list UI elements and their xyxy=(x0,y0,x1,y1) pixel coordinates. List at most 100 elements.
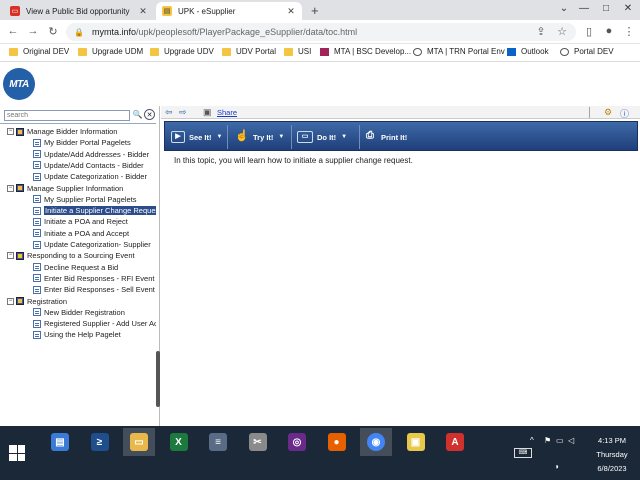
tab-upk-esupplier[interactable]: ▤ UPK - eSupplier ✕ xyxy=(156,2,302,20)
lock-icon[interactable]: 🔒 xyxy=(74,28,84,37)
toc-section[interactable]: − Manage Bidder Information xyxy=(7,126,117,137)
taskbar-app-button[interactable]: A xyxy=(439,428,471,456)
toc-section[interactable]: − Registration xyxy=(7,296,67,307)
forward-arrow-icon[interactable]: ⇨ xyxy=(179,107,187,118)
bookmark-udv-portal[interactable]: UDV Portal xyxy=(222,47,276,56)
bookmark-label: UDV Portal xyxy=(236,47,277,56)
side-panel-icon[interactable]: ▯ xyxy=(582,25,596,38)
menu-kebab-icon[interactable]: ⋮ xyxy=(622,25,636,38)
bookmark-upgrade-udv[interactable]: Upgrade UDV xyxy=(150,47,214,56)
bookmark-usi[interactable]: USI xyxy=(284,47,311,56)
topic-icon xyxy=(33,319,41,328)
book-icon xyxy=(16,127,24,136)
keyboard-icon[interactable]: ⌨ xyxy=(514,448,532,458)
collapse-icon[interactable]: − xyxy=(7,297,14,305)
close-tab-icon[interactable]: ✕ xyxy=(286,6,296,17)
dropdown-arrow-icon[interactable]: ▼ xyxy=(278,134,284,140)
file-server-icon: ▤ xyxy=(51,433,69,451)
toc-topic[interactable]: Update Categorization - Bidder xyxy=(33,171,147,182)
topic-icon xyxy=(33,138,41,147)
content-toolbar: ⇦ ⇨ ▣ Share │ ⚙ ⓘ xyxy=(161,106,640,119)
help-icon[interactable]: ⓘ xyxy=(620,107,629,120)
bookmark-mta-trn[interactable]: MTA | TRN Portal Env xyxy=(413,47,505,56)
taskbar-app-button[interactable]: ▭ xyxy=(123,428,155,456)
toc-topic[interactable]: Update/Add Contacts - Bidder xyxy=(33,160,144,171)
print-it-button[interactable]: ⎙ Print It! xyxy=(363,127,407,147)
toc-topic[interactable]: Initiate a POA and Accept xyxy=(33,228,129,239)
bookmark-mta-bsc[interactable]: MTA | BSC Develop... xyxy=(320,47,411,56)
reload-icon[interactable]: ↻ xyxy=(46,25,60,38)
tab-bid-opportunity[interactable]: ▭ View a Public Bid opportunity ✕ xyxy=(4,2,154,20)
tab-search-icon[interactable]: ⌄ xyxy=(554,0,574,20)
forward-arrow-icon[interactable]: → xyxy=(26,25,40,37)
try-it-button[interactable]: ☝ Try It! ▼ xyxy=(235,127,284,147)
toc-topic[interactable]: Using the Help Pagelet xyxy=(33,329,121,340)
bookmark-outlook[interactable]: Outlook xyxy=(507,47,549,56)
toc-section[interactable]: − Manage Supplier Information xyxy=(7,183,123,194)
taskbar-app-button[interactable]: ● xyxy=(321,428,353,456)
taskbar-app-button[interactable]: ◉ xyxy=(360,428,392,456)
bookmark-original-dev[interactable]: Original DEV xyxy=(9,47,69,56)
toc-tree: − Manage Bidder Information My Bidder Port… xyxy=(0,123,156,423)
taskbar-app-button[interactable]: ≡ xyxy=(202,428,234,456)
start-button[interactable] xyxy=(0,426,34,480)
pane-splitter-handle[interactable] xyxy=(156,351,160,407)
collapse-icon[interactable]: − xyxy=(7,184,14,192)
toc-topic[interactable]: My Bidder Portal Pagelets xyxy=(33,137,131,148)
toc-topic[interactable]: Update Categorization- Supplier xyxy=(33,239,151,250)
share-icon[interactable]: ▣ xyxy=(203,107,212,118)
close-window-button[interactable]: ✕ xyxy=(618,0,638,20)
toc-topic[interactable]: Decline Request a Bid xyxy=(33,262,118,273)
toc-topic[interactable]: My Supplier Portal Pagelets xyxy=(33,194,137,205)
see-it-button[interactable]: ▶ See It! ▼ xyxy=(171,127,222,147)
minimize-button[interactable]: — xyxy=(574,0,594,20)
profile-avatar-icon[interactable]: ● xyxy=(602,25,616,37)
flag-icon[interactable]: ⚑ xyxy=(544,436,551,445)
taskbar-app-button[interactable]: ▣ xyxy=(400,428,432,456)
toc-topic[interactable]: Initiate a POA and Reject xyxy=(33,216,128,227)
new-tab-button[interactable]: + xyxy=(311,3,319,18)
book-icon xyxy=(16,297,24,305)
network-icon[interactable]: ▭ xyxy=(556,436,564,445)
toc-topic[interactable]: Enter Bid Responses - Sell Event xyxy=(33,284,155,295)
taskbar-app-button[interactable]: ✂ xyxy=(242,428,274,456)
collapse-icon[interactable]: − xyxy=(7,128,14,135)
taskbar-app-button[interactable]: ◎ xyxy=(281,428,313,456)
back-arrow-icon[interactable]: ⇦ xyxy=(165,107,173,118)
taskbar-app-button[interactable]: ≥ xyxy=(84,428,116,456)
volume-icon[interactable]: ◁ xyxy=(568,436,574,445)
search-input[interactable] xyxy=(4,110,130,121)
toc-topic[interactable]: Initiate a Supplier Change Request xyxy=(33,205,156,216)
close-tab-icon[interactable]: ✕ xyxy=(138,6,148,17)
mode-toolbar: ▶ See It! ▼ ☝ Try It! ▼ ▭ Do It! ▼ ⎙ Pri… xyxy=(164,121,638,151)
toc-topic[interactable]: New Bidder Registration xyxy=(33,307,125,318)
maximize-button[interactable]: □ xyxy=(596,0,616,20)
toc-topic[interactable]: Enter Bid Responses - RFI Event xyxy=(33,273,154,284)
bookmark-label: USI xyxy=(298,47,312,56)
address-bar[interactable]: 🔒 mymta.info /upk/peoplesoft/PlayerPacka… xyxy=(66,23,576,41)
dropdown-arrow-icon[interactable]: ▼ xyxy=(217,134,223,140)
search-icon[interactable]: 🔍 xyxy=(132,109,143,120)
taskbar-app-button[interactable]: X xyxy=(163,428,195,456)
system-clock[interactable]: 4:13 PM Thursday 6/8/2023 xyxy=(584,434,640,476)
language-icon[interactable]: ◑ xyxy=(554,462,559,471)
toc-label: Initiate a POA and Accept xyxy=(44,228,130,238)
taskbar-app-button[interactable]: ▤ xyxy=(44,428,76,456)
bookmark-upgrade-udm[interactable]: Upgrade UDM xyxy=(78,47,143,56)
share-link[interactable]: Share xyxy=(217,108,237,117)
do-it-button[interactable]: ▭ Do It! ▼ xyxy=(297,127,347,147)
clear-search-icon[interactable]: ✕ xyxy=(144,109,155,120)
dropdown-arrow-icon[interactable]: ▼ xyxy=(341,134,347,140)
toc-section[interactable]: − Responding to a Sourcing Event xyxy=(7,250,135,261)
menu-icon[interactable]: │ xyxy=(587,107,593,117)
bookmark-star-icon[interactable]: ☆ xyxy=(555,25,569,38)
bookmark-portal-dev[interactable]: Portal DEV xyxy=(560,47,614,56)
toc-topic[interactable]: Update/Add Addresses - Bidder xyxy=(33,149,149,160)
toc-topic[interactable]: Registered Supplier - Add User Account xyxy=(33,318,156,329)
collapse-icon[interactable]: − xyxy=(7,252,14,260)
share-page-icon[interactable]: ⇪ xyxy=(534,25,548,38)
settings-gear-icon[interactable]: ⚙ xyxy=(604,107,612,118)
back-arrow-icon[interactable]: ← xyxy=(6,25,20,37)
tools-icon: ✂ xyxy=(248,433,267,451)
show-hidden-icons-icon[interactable]: ^ xyxy=(530,436,534,445)
